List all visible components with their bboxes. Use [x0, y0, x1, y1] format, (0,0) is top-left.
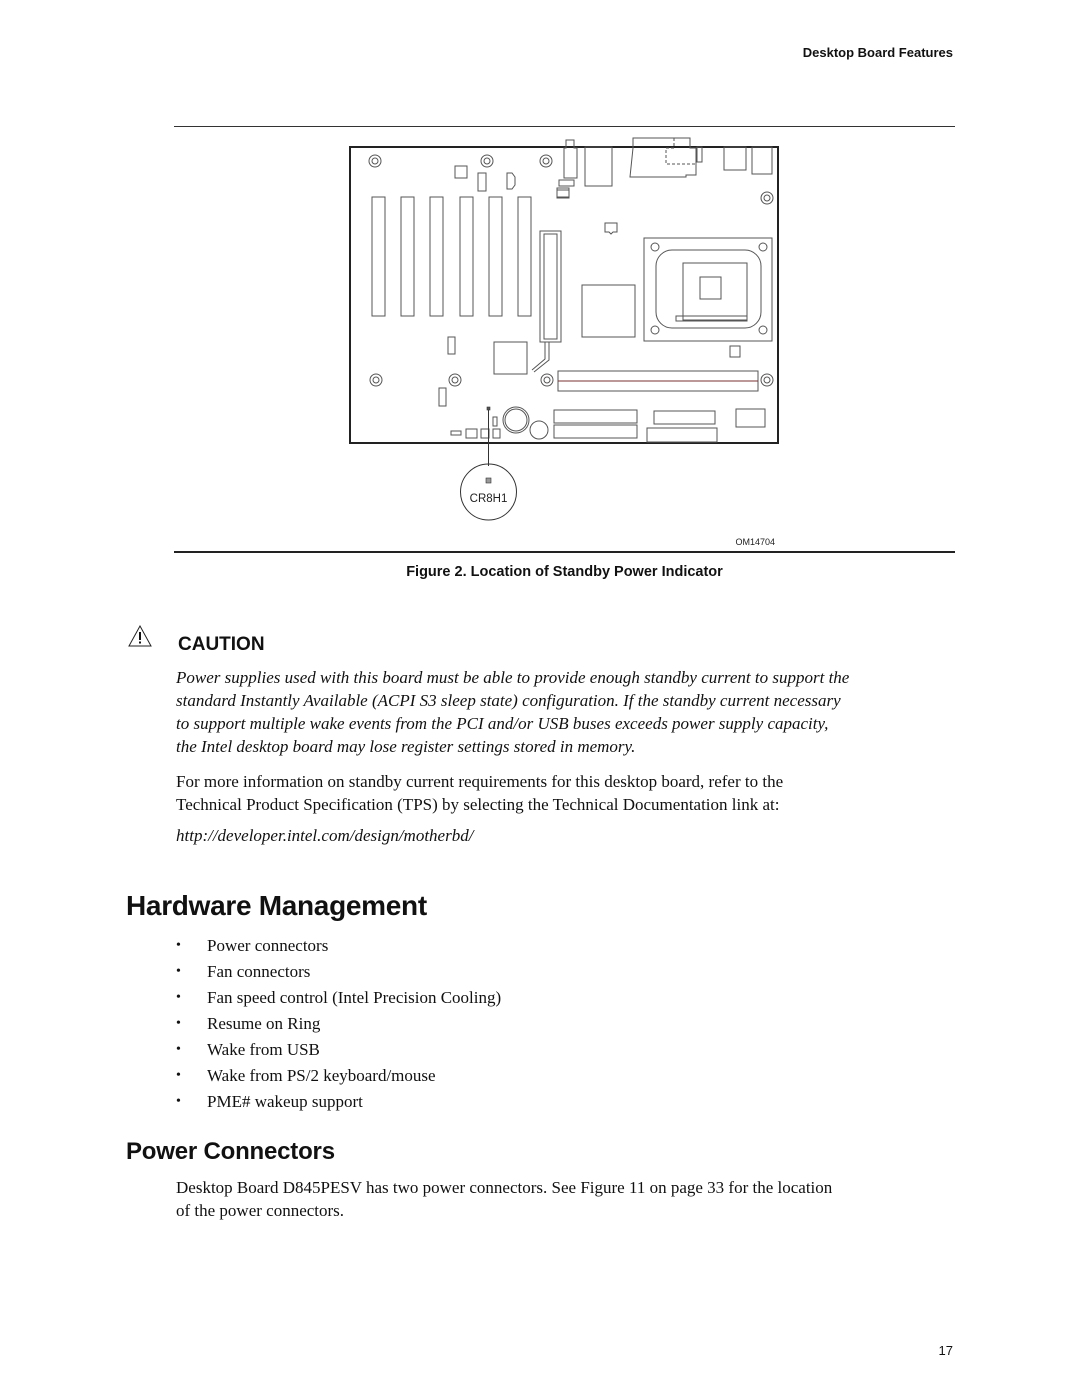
- bullet-icon: •: [176, 1016, 181, 1031]
- figure-id: OM14704: [735, 537, 775, 547]
- caution-label: CAUTION: [178, 634, 265, 655]
- power-connectors-paragraph: Desktop Board D845PESV has two power con…: [176, 1176, 966, 1222]
- figure-top-rule: [174, 126, 955, 127]
- paragraph-line: of the power connectors.: [176, 1201, 345, 1220]
- documentation-url[interactable]: http://developer.intel.com/design/mother…: [176, 826, 473, 846]
- section-heading-power-connectors: Power Connectors: [126, 1138, 335, 1165]
- caution-text: Power supplies used with this board must…: [176, 666, 966, 758]
- caution-line: standard Instantly Available (ACPI S3 sl…: [176, 691, 841, 710]
- agp-slot: [539, 230, 562, 343]
- motherboard-figure: CR8H1 OM14704: [349, 137, 779, 547]
- list-item: • Fan connectors: [176, 962, 501, 988]
- list-item: • Wake from PS/2 keyboard/mouse: [176, 1066, 501, 1092]
- callout-led-icon: [485, 477, 492, 484]
- cpu-socket: [643, 237, 773, 342]
- page-number: 17: [938, 1343, 953, 1358]
- standby-led: [486, 406, 491, 411]
- figure-caption: Figure 2. Location of Standby Power Indi…: [406, 564, 723, 580]
- caution-line: to support multiple wake events from the…: [176, 714, 829, 733]
- bullet-icon: •: [176, 1094, 181, 1109]
- info-line: Technical Product Specification (TPS) by…: [176, 795, 780, 814]
- section-heading-hardware-management: Hardware Management: [126, 890, 427, 921]
- list-item: • Fan speed control (Intel Precision Cool…: [176, 988, 501, 1014]
- info-line: For more information on standby current …: [176, 772, 784, 791]
- list-item: • Power connectors: [176, 936, 501, 962]
- bullet-icon: •: [176, 990, 181, 1005]
- list-item: • PME# wakeup support: [176, 1092, 501, 1118]
- list-item: • Resume on Ring: [176, 1014, 501, 1040]
- caution-line: the Intel desktop board may lose registe…: [176, 737, 636, 756]
- battery: [502, 406, 530, 434]
- bullet-icon: •: [176, 964, 181, 979]
- warning-triangle-icon: [128, 625, 152, 647]
- figure-bottom-rule: [174, 551, 955, 553]
- hardware-management-list: • Power connectors • Fan connectors • Fan s…: [176, 936, 501, 1118]
- callout-label: CR8H1: [470, 493, 508, 505]
- paragraph-line: Desktop Board D845PESV has two power con…: [176, 1178, 833, 1197]
- pci-slots: [371, 196, 532, 317]
- bullet-icon: •: [176, 938, 181, 953]
- callout-circle: [460, 463, 517, 521]
- bullet-icon: •: [176, 1068, 181, 1083]
- info-paragraph: For more information on standby current …: [176, 770, 966, 816]
- caution-line: Power supplies used with this board must…: [176, 668, 850, 687]
- bullet-icon: •: [176, 1042, 181, 1057]
- running-header: Desktop Board Features: [802, 45, 953, 60]
- list-item: • Wake from USB: [176, 1040, 501, 1066]
